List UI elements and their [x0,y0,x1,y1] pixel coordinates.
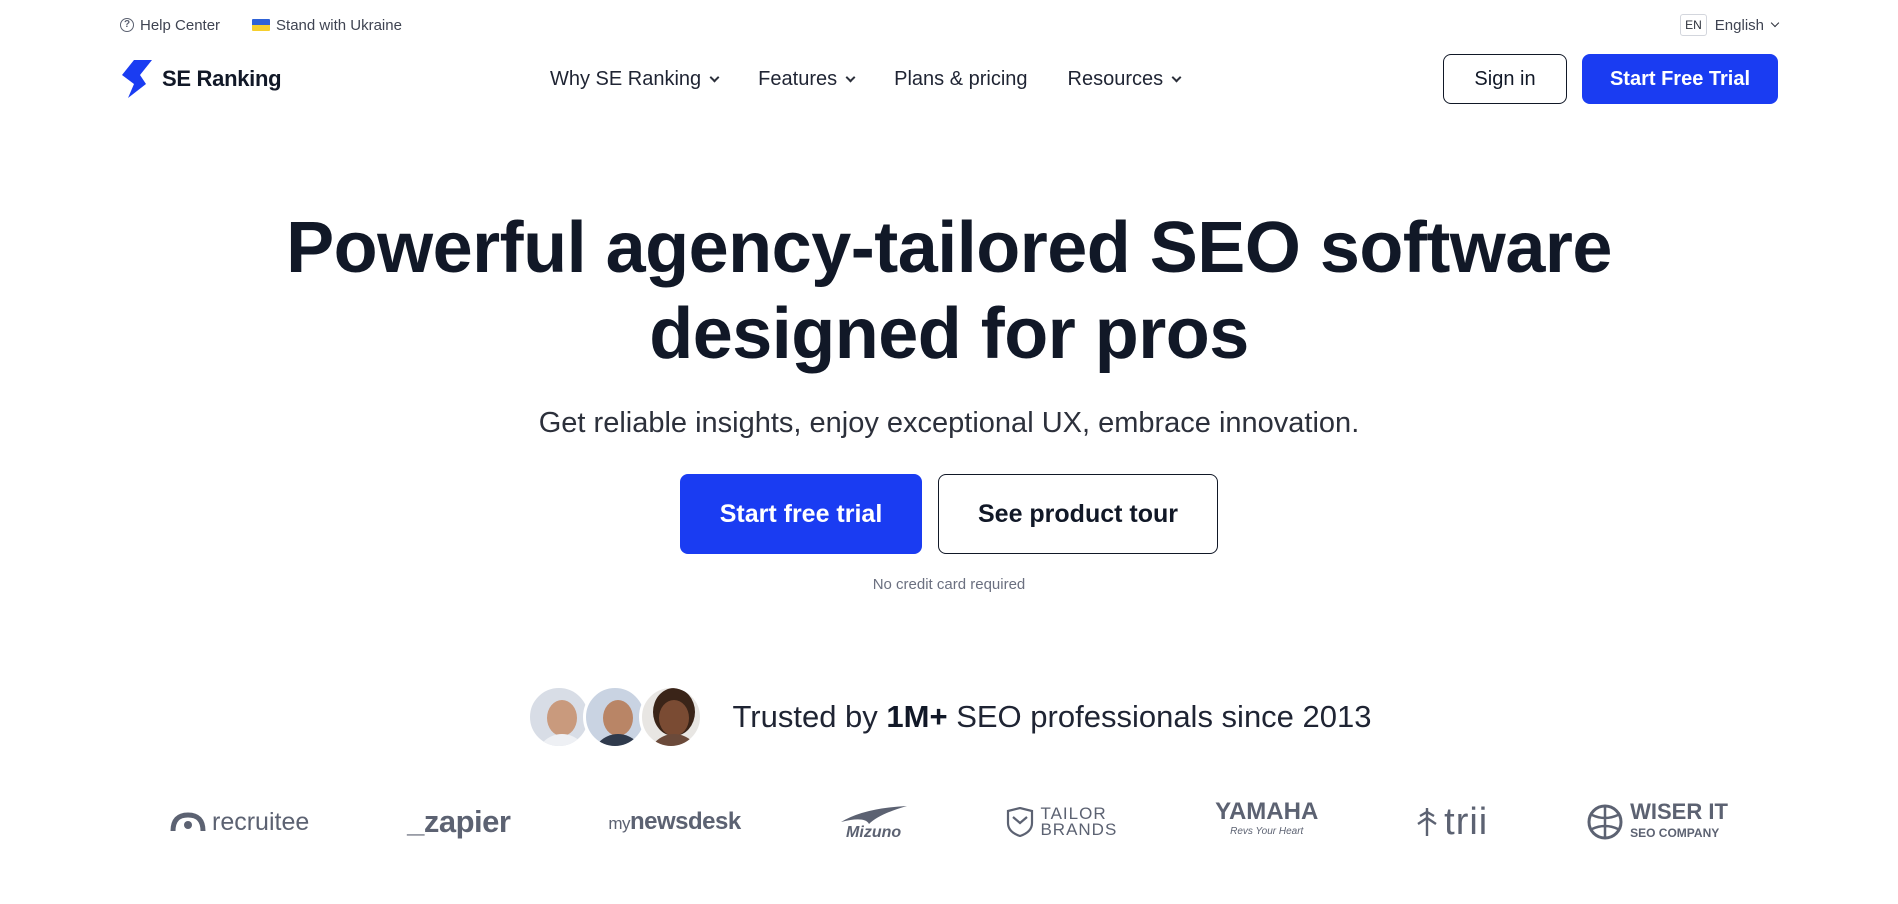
avatar-group [526,685,703,749]
language-label: English [1714,16,1764,34]
help-center-link[interactable]: ? Help Center [120,17,220,34]
zapier-logo: _zapier [407,804,511,840]
nav-actions: Sign in Start Free Trial [1443,54,1778,104]
nav-item-label: Plans & pricing [894,67,1028,90]
wiser-it-logo: WISER IT SEO COMPANY [1586,800,1728,842]
trusted-by-section: Trusted by 1M+ SEO professionals since 2… [0,685,1898,749]
nav-menu: Why SE Ranking Features Plans & pricing … [550,53,1182,105]
chevron-down-icon [1171,72,1182,82]
ukraine-flag-icon [252,19,271,31]
trii-logo: trii [1416,801,1488,844]
zapier-text: _zapier [407,804,511,839]
wiser-it-line-1: WISER IT [1630,798,1728,824]
trusted-by-text: Trusted by 1M+ SEO professionals since 2… [733,699,1372,735]
trusted-prefix: Trusted by [732,699,887,734]
start-free-trial-nav-button[interactable]: Start Free Trial [1582,54,1778,104]
language-code-badge: EN [1680,14,1707,36]
hero-subtitle: Get reliable insights, enjoy exceptional… [538,407,1360,439]
mizuno-logo: Mizuno [839,804,909,841]
logo-text: SE Ranking [162,66,282,91]
stand-with-ukraine-link[interactable]: Stand with Ukraine [252,17,402,34]
mizuno-runbird-icon [840,806,907,824]
yamaha-tagline: Revs Your Heart [1230,826,1304,837]
language-selector[interactable]: EN English [1680,14,1780,36]
trusted-highlight: 1M+ [886,699,948,734]
help-center-label: Help Center [140,16,221,34]
hero-title-line-1: Powerful agency-tailored SEO software [286,208,1612,288]
hero-title-line-2: designed for pros [649,294,1249,374]
main-nav: SE Ranking Why SE Ranking Features Plans… [120,53,1778,105]
hero-cta-row: Start free trial See product tour [0,474,1898,554]
trii-text: trii [1444,800,1489,843]
nav-item-features[interactable]: Features [758,67,856,91]
hero-title: Powerful agency-tailored SEO software de… [0,205,1898,377]
nav-item-label: Features [758,67,838,90]
nav-item-plans-pricing[interactable]: Plans & pricing [894,68,1027,91]
recruitee-text: recruitee [212,807,310,836]
start-free-trial-button[interactable]: Start free trial [680,474,922,554]
se-ranking-logo[interactable]: SE Ranking [120,60,282,98]
trusted-suffix: SEO professionals since 2013 [947,699,1372,734]
no-credit-card-note: No credit card required [872,576,1026,593]
yamaha-logo: YAMAHA Revs Your Heart [1215,798,1319,842]
chevron-down-icon [1770,18,1780,28]
nav-item-resources[interactable]: Resources [1067,67,1182,91]
wiser-it-brain-icon [1587,804,1623,840]
chevron-down-icon [845,72,856,82]
help-icon: ? [120,18,134,32]
mynewsdesk-text: newsdesk [630,808,741,835]
utility-bar: ? Help Center Stand with Ukraine EN Engl… [120,14,1780,36]
nav-item-label: Why SE Ranking [550,67,702,90]
client-logos: recruitee _zapier mynewsdesk Mizuno TAIL… [170,800,1728,844]
se-ranking-logo-icon [122,60,152,98]
trii-tree-icon [1417,808,1437,836]
sign-in-button[interactable]: Sign in [1443,54,1567,104]
yamaha-text: YAMAHA [1215,798,1319,825]
chevron-down-icon [709,72,720,82]
recruitee-logo: recruitee [170,808,309,837]
mizuno-text: Mizuno [846,824,902,841]
mynewsdesk-logo: mynewsdesk [608,808,741,836]
nav-item-label: Resources [1067,67,1164,90]
avatar [526,685,591,749]
utility-links: ? Help Center Stand with Ukraine [120,17,402,34]
wiser-it-line-2: SEO COMPANY [1630,825,1720,840]
stand-with-ukraine-label: Stand with Ukraine [276,16,402,34]
tailor-brands-line-2: BRANDS [1040,820,1118,839]
tailor-brands-shield-icon [1007,807,1034,837]
hero-section: Powerful agency-tailored SEO software de… [0,205,1898,440]
mynewsdesk-prefix: my [608,814,630,833]
tailor-brands-logo: TAILOR BRANDS [1006,805,1118,839]
see-product-tour-button[interactable]: See product tour [938,474,1218,554]
nav-item-why-se-ranking[interactable]: Why SE Ranking [550,67,720,91]
recruitee-mark-icon [170,812,206,832]
avatar [582,685,647,749]
avatar [638,685,703,749]
